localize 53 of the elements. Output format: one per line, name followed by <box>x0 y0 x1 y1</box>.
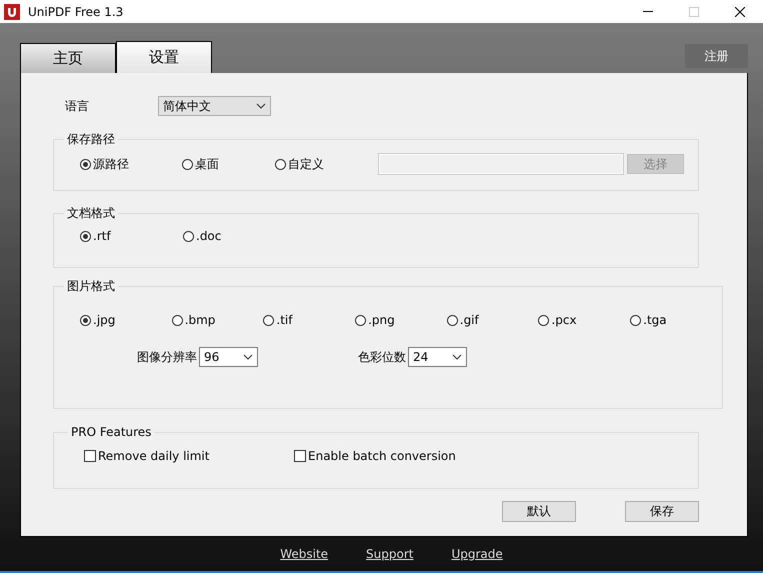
radio-button[interactable] <box>263 314 274 326</box>
resolution-label: 图像分辨率 <box>137 348 197 366</box>
radio-label: .png <box>368 313 395 327</box>
radio-button[interactable] <box>80 230 91 242</box>
radio-label: .gif <box>460 313 479 327</box>
radio-label: .doc <box>196 229 222 243</box>
app-logo-icon <box>4 4 20 20</box>
footer-link[interactable]: Website <box>280 547 328 561</box>
radio-button[interactable] <box>182 158 193 170</box>
checkbox[interactable] <box>84 450 96 462</box>
radio-button[interactable] <box>630 314 642 326</box>
chevron-down-icon <box>243 354 253 360</box>
register-button[interactable]: 注册 <box>685 44 748 68</box>
footer-link[interactable]: Support <box>366 547 414 561</box>
radio-label: .jpg <box>93 313 116 327</box>
radio-button[interactable] <box>80 158 91 170</box>
footer-link[interactable]: Upgrade <box>451 547 503 561</box>
color-depth-label: 色彩位数 <box>358 348 406 366</box>
radio-label: .rtf <box>93 229 111 243</box>
action-button[interactable]: 保存 <box>625 501 699 522</box>
window-title: UniPDF Free 1.3 <box>28 4 124 18</box>
radio-label: .bmp <box>184 313 216 327</box>
tab[interactable]: 主页 <box>20 43 116 73</box>
checkbox[interactable] <box>294 450 306 462</box>
radio-label: .tga <box>643 313 667 327</box>
radio-label: .pcx <box>551 313 577 327</box>
radio-label: 桌面 <box>195 156 219 172</box>
chevron-down-icon <box>452 354 462 360</box>
radio-button[interactable] <box>80 314 91 326</box>
group-title: 保存路径 <box>66 131 116 148</box>
path-field[interactable] <box>378 153 624 175</box>
radio-label: 自定义 <box>288 156 324 172</box>
group-title: PRO Features <box>70 425 152 439</box>
group-title: 文档格式 <box>66 205 116 222</box>
group-title: 图片格式 <box>66 278 116 295</box>
radio-button[interactable] <box>183 230 194 242</box>
radio-button[interactable] <box>275 158 286 170</box>
radio-button[interactable] <box>446 314 458 326</box>
radio-label: .tif <box>276 313 292 327</box>
radio-button[interactable] <box>355 314 366 326</box>
color-depth-dropdown[interactable]: 24 <box>408 347 467 367</box>
radio-button[interactable] <box>538 314 550 326</box>
action-button[interactable]: 默认 <box>502 501 576 522</box>
checkbox-label: Remove daily limit <box>98 449 210 463</box>
language-label: 语言 <box>65 98 90 114</box>
checkbox-label: Enable batch conversion <box>308 449 456 463</box>
close-icon[interactable] <box>735 6 745 16</box>
tab[interactable]: 设置 <box>116 41 212 73</box>
resolution-dropdown[interactable]: 96 <box>199 347 258 367</box>
language-dropdown[interactable]: 简体中文 <box>158 96 271 116</box>
radio-button[interactable] <box>172 314 183 326</box>
radio-label: 源路径 <box>93 156 129 172</box>
chevron-down-icon <box>256 103 266 109</box>
